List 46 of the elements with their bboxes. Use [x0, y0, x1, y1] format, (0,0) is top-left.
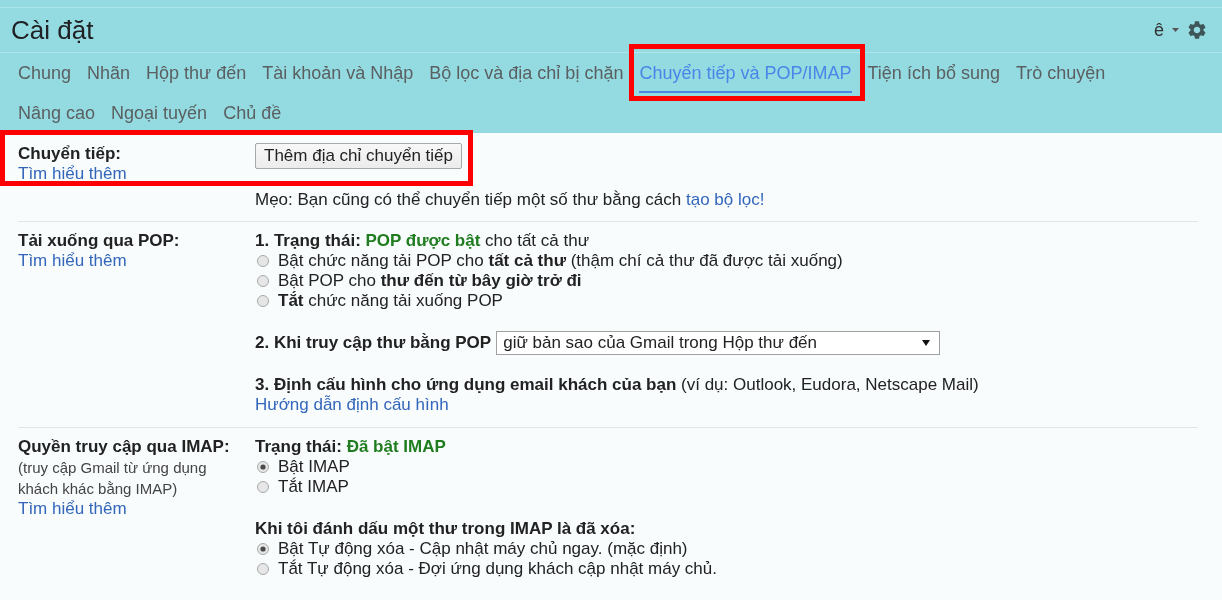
- radio-button[interactable]: [257, 255, 269, 267]
- pop-access-dropdown[interactable]: giữ bản sao của Gmail trong Hộp thư đến: [496, 331, 941, 355]
- learn-more-link[interactable]: Tìm hiểu thêm: [18, 164, 127, 184]
- section-label: Quyền truy cập qua IMAP:: [18, 437, 230, 457]
- settings-tab[interactable]: Ngoại tuyến: [111, 93, 208, 133]
- status-text: Trạng thái: Đã bật IMAP: [255, 437, 446, 457]
- section-label: Tải xuống qua POP:: [18, 231, 180, 251]
- field-label: 2. Khi truy cập thư bằng POP: [255, 333, 492, 353]
- page-title: Cài đặt: [11, 15, 94, 45]
- input-tools-button[interactable]: ê: [1154, 20, 1179, 40]
- option-label[interactable]: Tắt Tự động xóa - Đợi ứng dụng khách cập nhật máy chủ.: [278, 559, 717, 579]
- tip-text: Mẹo: Bạn cũng có thể chuyển tiếp một số thư bằng cách tạo bộ lọc!: [255, 190, 765, 210]
- settings-tab[interactable]: Nâng cao: [18, 93, 96, 133]
- settings-tab[interactable]: Tài khoản và Nhập: [262, 53, 414, 93]
- section-label: Chuyển tiếp:: [18, 144, 121, 164]
- settings-tab[interactable]: Hộp thư đến: [146, 53, 247, 93]
- settings-icon[interactable]: [1188, 21, 1206, 39]
- section-note: (truy cập Gmail từ ứng dụng khách khác bằng IMAP): [18, 458, 208, 499]
- radio-button[interactable]: [257, 481, 269, 493]
- settings-tab[interactable]: Trò chuyện: [1015, 53, 1106, 93]
- learn-more-link[interactable]: Tìm hiểu thêm: [18, 499, 127, 519]
- settings-tab[interactable]: Tiện ích bổ sung: [867, 53, 1000, 93]
- radio-button[interactable]: [257, 563, 269, 575]
- option-label[interactable]: Bật IMAP: [278, 457, 350, 477]
- option-label[interactable]: Tắt chức năng tải xuống POP: [278, 291, 503, 311]
- setup-guide-link[interactable]: Hướng dẫn định cấu hình: [255, 395, 449, 415]
- settings-tab[interactable]: Bộ lọc và địa chỉ bị chặn: [429, 53, 624, 93]
- caret-icon: [922, 340, 931, 346]
- settings-tab[interactable]: Nhãn: [87, 53, 131, 93]
- radio-button[interactable]: [257, 275, 269, 287]
- create-filter-link[interactable]: tạo bộ lọc!: [686, 190, 765, 209]
- option-label[interactable]: Tắt IMAP: [278, 477, 349, 497]
- radio-button[interactable]: [257, 295, 269, 307]
- caret-icon: [1172, 28, 1179, 32]
- settings-tab[interactable]: Chủ đề: [223, 93, 282, 133]
- radio-button[interactable]: [257, 543, 269, 555]
- option-label[interactable]: Bật POP cho thư đến từ bây giờ trở đi: [278, 271, 582, 291]
- settings-tab[interactable]: Chung: [18, 53, 72, 93]
- setup-text: 3. Định cấu hình cho ứng dụng email khách của bạn (ví dụ: Outlook, Eudora, Netscape Mail): [255, 375, 979, 395]
- status-text: 1. Trạng thái: POP được bật cho tất cả thư: [255, 231, 590, 251]
- option-label[interactable]: Bật chức năng tải POP cho tất cả thư (thậm chí cả thư đã được tải xuống): [278, 251, 843, 271]
- option-heading: Khi tôi đánh dấu một thư trong IMAP là đã xóa:: [255, 519, 636, 539]
- radio-button[interactable]: [257, 461, 269, 473]
- learn-more-link[interactable]: Tìm hiểu thêm: [18, 251, 127, 271]
- option-label[interactable]: Bật Tự động xóa - Cập nhật máy chủ ngay. (mặc định): [278, 539, 688, 559]
- add-forwarding-address-button[interactable]: Thêm địa chỉ chuyển tiếp: [255, 143, 462, 169]
